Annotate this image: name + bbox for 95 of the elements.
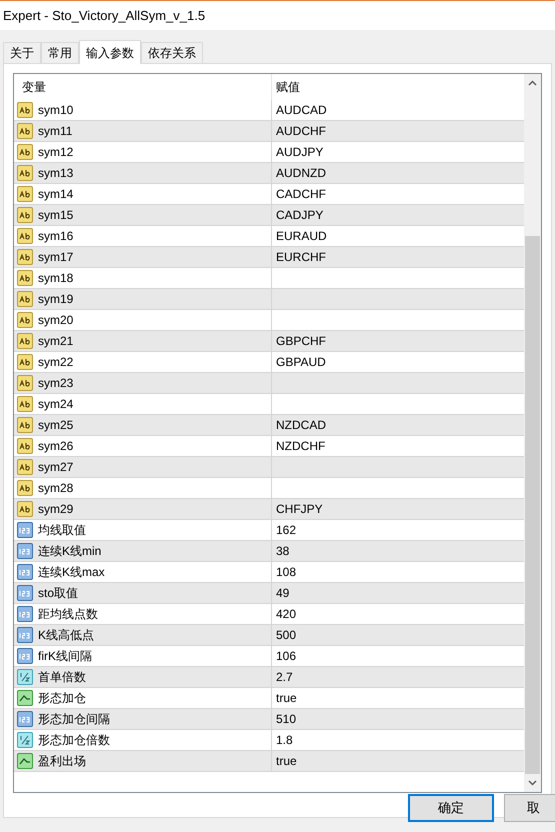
text-type-icon: [17, 102, 33, 118]
parameter-value[interactable]: CADJPY: [276, 206, 324, 224]
parameter-name: sym17: [38, 249, 74, 266]
column-header[interactable]: 赋值: [272, 74, 524, 100]
text-type-icon: [17, 312, 33, 328]
scroll-down-icon[interactable]: [528, 780, 537, 786]
tab[interactable]: 常用: [41, 42, 79, 63]
parameter-name: 形态加仓间隔: [38, 711, 110, 728]
scrollbar-thumb[interactable]: [525, 236, 540, 774]
scrollbar[interactable]: [524, 74, 541, 792]
tab[interactable]: 关于: [3, 42, 41, 63]
text-type-icon: [17, 291, 33, 307]
text-type-icon: [17, 375, 33, 391]
parameter-name: sym14: [38, 186, 74, 203]
parameter-name: sym11: [38, 123, 72, 140]
text-type-icon: [17, 354, 33, 370]
parameter-value[interactable]: GBPCHF: [276, 332, 326, 350]
parameter-value[interactable]: true: [276, 689, 297, 707]
parameter-name: 首单倍数: [38, 669, 86, 686]
text-type-icon: [17, 333, 33, 349]
parameter-name: 盈利出场: [38, 753, 86, 770]
parameter-value[interactable]: 38: [276, 542, 290, 560]
fraction-type-icon: [17, 669, 33, 685]
text-type-icon: [17, 396, 33, 412]
parameter-value[interactable]: 106: [276, 647, 296, 665]
parameter-name: sym16: [38, 228, 74, 245]
parameter-value[interactable]: AUDJPY: [276, 143, 324, 161]
parameter-name: 形态加仓: [38, 690, 86, 707]
parameter-value[interactable]: 1.8: [276, 731, 293, 749]
parameter-value[interactable]: EURAUD: [276, 227, 327, 245]
parameter-value[interactable]: true: [276, 752, 297, 770]
parameter-value[interactable]: AUDCAD: [276, 101, 327, 119]
parameter-value[interactable]: CADCHF: [276, 185, 326, 203]
integer-type-icon: [17, 627, 33, 643]
tab[interactable]: 依存关系: [141, 42, 203, 63]
parameter-value[interactable]: 108: [276, 563, 296, 581]
window-title: Expert - Sto_Victory_AllSym_v_1.5: [3, 6, 206, 25]
parameter-value[interactable]: NZDCAD: [276, 416, 326, 434]
parameter-name: sym29: [38, 501, 74, 518]
parameter-name: sym10: [38, 102, 74, 119]
parameter-name: 均线取值: [38, 522, 86, 539]
parameter-name: 形态加仓倍数: [38, 732, 110, 749]
text-type-icon: [17, 417, 33, 433]
tab[interactable]: 输入参数: [79, 40, 141, 64]
parameter-value[interactable]: 2.7: [276, 668, 293, 686]
parameter-value[interactable]: 510: [276, 710, 296, 728]
parameter-name: sym28: [38, 480, 74, 497]
parameter-name: sym23: [38, 375, 74, 392]
parameter-name: sym24: [38, 396, 74, 413]
parameter-name: sym25: [38, 417, 74, 434]
parameter-name: sym15: [38, 207, 74, 224]
text-type-icon: [17, 228, 33, 244]
parameter-name: 距均线点数: [38, 606, 98, 623]
text-type-icon: [17, 501, 33, 517]
text-type-icon: [17, 165, 33, 181]
text-type-icon: [17, 249, 33, 265]
integer-type-icon: [17, 711, 33, 727]
parameter-name: sym26: [38, 438, 74, 455]
parameter-value[interactable]: AUDCHF: [276, 122, 326, 140]
parameter-name: sym27: [38, 459, 74, 476]
parameter-name: sym22: [38, 354, 74, 371]
parameter-name: firK线间隔: [38, 648, 92, 665]
dialog-button[interactable]: 取: [504, 794, 555, 822]
parameter-name: sym18: [38, 270, 74, 287]
fraction-type-icon: [17, 732, 33, 748]
parameter-name: sym19: [38, 291, 74, 308]
parameter-value[interactable]: 420: [276, 605, 296, 623]
parameter-name: 连续K线min: [38, 543, 102, 560]
parameter-name: K线高低点: [38, 627, 94, 644]
text-type-icon: [17, 186, 33, 202]
parameter-name: sym21: [38, 333, 74, 350]
integer-type-icon: [17, 543, 33, 559]
parameter-value[interactable]: 500: [276, 626, 296, 644]
parameter-name: 连续K线max: [38, 564, 105, 581]
scroll-up-icon[interactable]: [528, 80, 537, 86]
parameter-value[interactable]: GBPAUD: [276, 353, 326, 371]
parameter-value[interactable]: EURCHF: [276, 248, 326, 266]
text-type-icon: [17, 438, 33, 454]
text-type-icon: [17, 459, 33, 475]
parameter-value[interactable]: 49: [276, 584, 290, 602]
parameter-value[interactable]: 162: [276, 521, 296, 539]
parameter-name: sto取值: [38, 585, 78, 602]
parameter-value[interactable]: CHFJPY: [276, 500, 323, 518]
text-type-icon: [17, 123, 33, 139]
text-type-icon: [17, 480, 33, 496]
text-type-icon: [17, 270, 33, 286]
parameter-name: sym20: [38, 312, 74, 329]
parameter-name: sym12: [38, 144, 74, 161]
text-type-icon: [17, 207, 33, 223]
parameter-value[interactable]: NZDCHF: [276, 437, 326, 455]
integer-type-icon: [17, 585, 33, 601]
text-type-icon: [17, 144, 33, 160]
dialog-button[interactable]: 确定: [408, 794, 494, 822]
parameter-name: sym13: [38, 165, 74, 182]
parameter-value[interactable]: AUDNZD: [276, 164, 326, 182]
